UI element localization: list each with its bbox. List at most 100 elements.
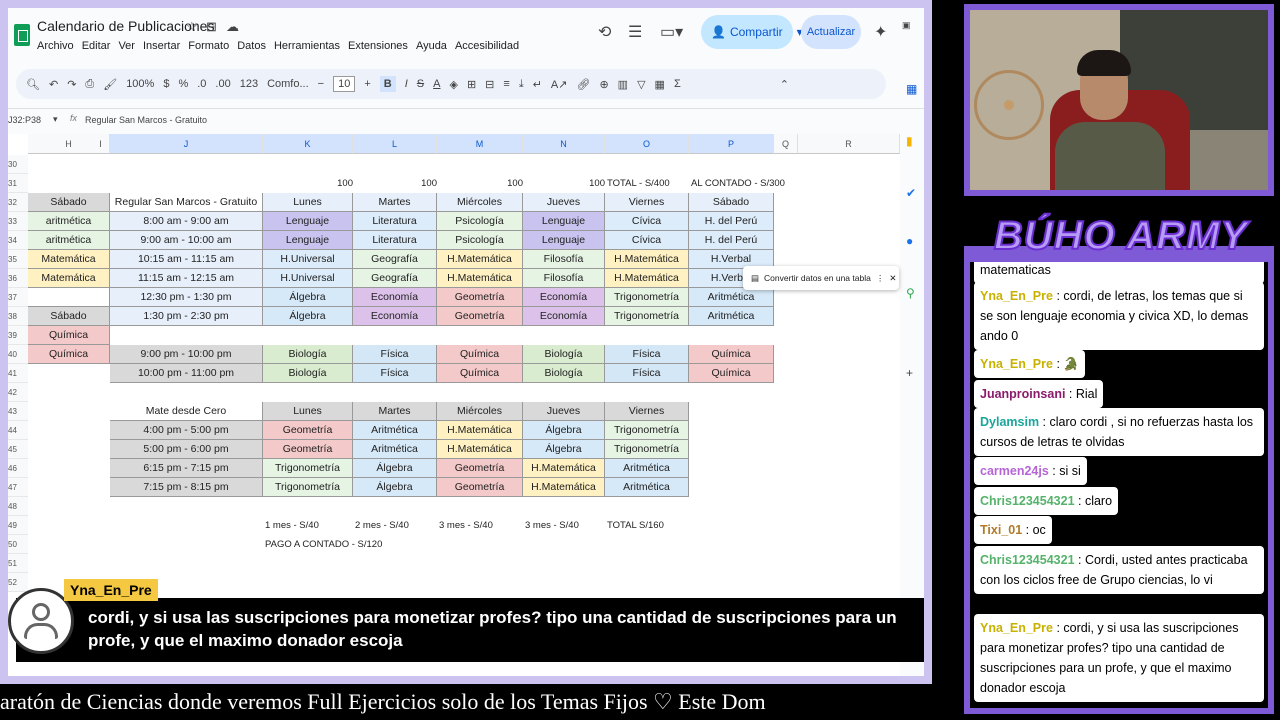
table-cell[interactable]: Economía xyxy=(353,288,437,307)
table-header-cell[interactable]: Regular San Marcos - Gratuito xyxy=(110,193,263,212)
cloud-status-icon[interactable]: ☁ xyxy=(226,19,239,35)
undo-icon[interactable]: ↶ xyxy=(49,78,58,91)
row-header[interactable]: 52 xyxy=(8,573,28,592)
table-cell[interactable]: 11:15 am - 12:15 am xyxy=(110,269,263,288)
table-cell[interactable]: 7:15 pm - 8:15 pm xyxy=(110,478,263,497)
table-cell[interactable]: Aritmética xyxy=(689,307,774,326)
calendar-icon[interactable]: ▦ xyxy=(906,82,917,96)
table-cell[interactable]: Economía xyxy=(523,307,605,326)
print-icon[interactable]: ⎙ xyxy=(85,78,94,91)
table-cell[interactable]: Álgebra xyxy=(523,440,605,459)
table-cell[interactable]: Psicología xyxy=(437,231,523,250)
percent-icon[interactable]: % xyxy=(178,78,188,90)
table-cell[interactable]: Literatura xyxy=(353,212,437,231)
table-cell[interactable]: Geografía xyxy=(353,250,437,269)
currency-icon[interactable]: $ xyxy=(163,78,169,90)
table-cell[interactable]: Álgebra xyxy=(263,288,353,307)
row-header[interactable]: 41 xyxy=(8,364,28,383)
chat-username[interactable]: carmen24js xyxy=(980,464,1049,478)
font-size-input[interactable]: 10 xyxy=(333,76,356,92)
table-cell[interactable]: Aritmética xyxy=(353,421,437,440)
column-header[interactable]: Q xyxy=(774,134,798,154)
column-header[interactable]: I xyxy=(92,134,110,154)
row-header[interactable]: 43 xyxy=(8,402,28,421)
table-cell[interactable]: 10:00 pm - 11:00 pm xyxy=(110,364,263,383)
table-cell[interactable]: 4:00 pm - 5:00 pm xyxy=(110,421,263,440)
column-header[interactable]: M xyxy=(437,134,523,154)
table-cell[interactable]: H.Matemática xyxy=(605,250,689,269)
history-icon[interactable]: ⟲ xyxy=(598,22,611,42)
table-cell[interactable]: 5:00 pm - 6:00 pm xyxy=(110,440,263,459)
table-cell[interactable]: Cívica xyxy=(605,231,689,250)
table-cell[interactable]: Geometría xyxy=(437,478,523,497)
table-cell[interactable]: Psicología xyxy=(437,212,523,231)
row-header[interactable]: 38 xyxy=(8,307,28,326)
share-button[interactable]: 👤 Compartir ▾ xyxy=(701,15,803,49)
table-header-cell[interactable]: Mate desde Cero xyxy=(110,402,263,421)
h-column-cell[interactable]: Química xyxy=(28,326,110,345)
chart-icon[interactable]: ▥ xyxy=(618,78,628,91)
tasks-icon[interactable]: ✔ xyxy=(906,186,916,200)
table-cell[interactable]: H.Universal xyxy=(263,269,353,288)
font-size-increase[interactable]: + xyxy=(364,78,370,90)
rotate-icon[interactable]: A↗ xyxy=(551,78,568,91)
menu-item[interactable]: Insertar xyxy=(143,40,180,52)
menu-item[interactable]: Datos xyxy=(237,40,266,52)
h-column-cell[interactable]: aritmética xyxy=(28,231,110,250)
table-cell[interactable]: Álgebra xyxy=(263,307,353,326)
table-cell[interactable]: Trigonometría xyxy=(605,421,689,440)
row-header[interactable]: 47 xyxy=(8,478,28,497)
chat-username[interactable]: Yna_En_Pre xyxy=(980,289,1053,303)
row-header[interactable]: 30 xyxy=(8,155,28,174)
table-cell[interactable]: Química xyxy=(689,345,774,364)
meet-icon[interactable]: ▭▾ xyxy=(660,22,683,42)
h-column-cell[interactable] xyxy=(28,288,110,307)
table-cell[interactable]: 8:00 am - 9:00 am xyxy=(110,212,263,231)
table-cell[interactable]: Aritmética xyxy=(353,440,437,459)
row-header[interactable]: 50 xyxy=(8,535,28,554)
table-cell[interactable]: H.Matemática xyxy=(437,421,523,440)
table-cell[interactable]: H.Matemática xyxy=(523,459,605,478)
table-cell[interactable]: 6:15 pm - 7:15 pm xyxy=(110,459,263,478)
comment-icon[interactable]: ⊕ xyxy=(599,78,608,91)
table-cell[interactable]: H.Matemática xyxy=(437,269,523,288)
column-header[interactable]: P xyxy=(689,134,774,154)
table-header-cell[interactable]: Martes xyxy=(353,193,437,212)
h-column-cell[interactable]: Sábado xyxy=(28,193,110,212)
row-header[interactable]: 33 xyxy=(8,212,28,231)
table-cell[interactable]: H.Matemática xyxy=(437,440,523,459)
column-header[interactable]: J xyxy=(110,134,263,154)
sheets-logo-icon[interactable] xyxy=(14,24,30,46)
contacts-icon[interactable]: ● xyxy=(906,234,913,248)
table-cell[interactable]: H. del Perú xyxy=(689,212,774,231)
menu-item[interactable]: Herramientas xyxy=(274,40,340,52)
close-icon[interactable]: ✕ xyxy=(889,273,896,284)
h-column-cell[interactable]: Matemática xyxy=(28,250,110,269)
row-header[interactable]: 44 xyxy=(8,421,28,440)
table-cell[interactable]: Filosofía xyxy=(523,269,605,288)
font-select[interactable]: Comfo... xyxy=(267,78,309,90)
table-cell[interactable]: Geometría xyxy=(437,307,523,326)
table-header-cell[interactable]: Viernes xyxy=(605,402,689,421)
convert-to-table-chip[interactable]: ▤ Convertir datos en una tabla ⋮ ✕ xyxy=(743,266,899,290)
table-cell[interactable]: 9:00 pm - 10:00 pm xyxy=(110,345,263,364)
table-cell[interactable]: Lenguaje xyxy=(523,231,605,250)
table-cell[interactable]: Aritmética xyxy=(605,459,689,478)
comments-icon[interactable]: ☰ xyxy=(628,22,642,42)
chat-username[interactable]: Yna_En_Pre xyxy=(980,357,1053,371)
star-icon[interactable]: ☆ xyxy=(186,19,198,35)
row-header[interactable]: 46 xyxy=(8,459,28,478)
table-cell[interactable]: Economía xyxy=(353,307,437,326)
table-cell[interactable]: Trigonometría xyxy=(263,459,353,478)
table-cell[interactable]: Física xyxy=(353,364,437,383)
account-avatar[interactable]: ▣ xyxy=(902,20,911,31)
maps-icon[interactable]: ⚲ xyxy=(906,286,915,300)
table-cell[interactable]: Cívica xyxy=(605,212,689,231)
table-cell[interactable]: H. del Perú xyxy=(689,231,774,250)
table-cell[interactable]: Física xyxy=(605,364,689,383)
table-header-cell[interactable]: Miércoles xyxy=(437,193,523,212)
menu-item[interactable]: Formato xyxy=(188,40,229,52)
strikethrough-icon[interactable]: S xyxy=(417,78,424,90)
table-cell[interactable]: Trigonometría xyxy=(605,307,689,326)
decrease-decimal-icon[interactable]: .0 xyxy=(197,78,206,90)
